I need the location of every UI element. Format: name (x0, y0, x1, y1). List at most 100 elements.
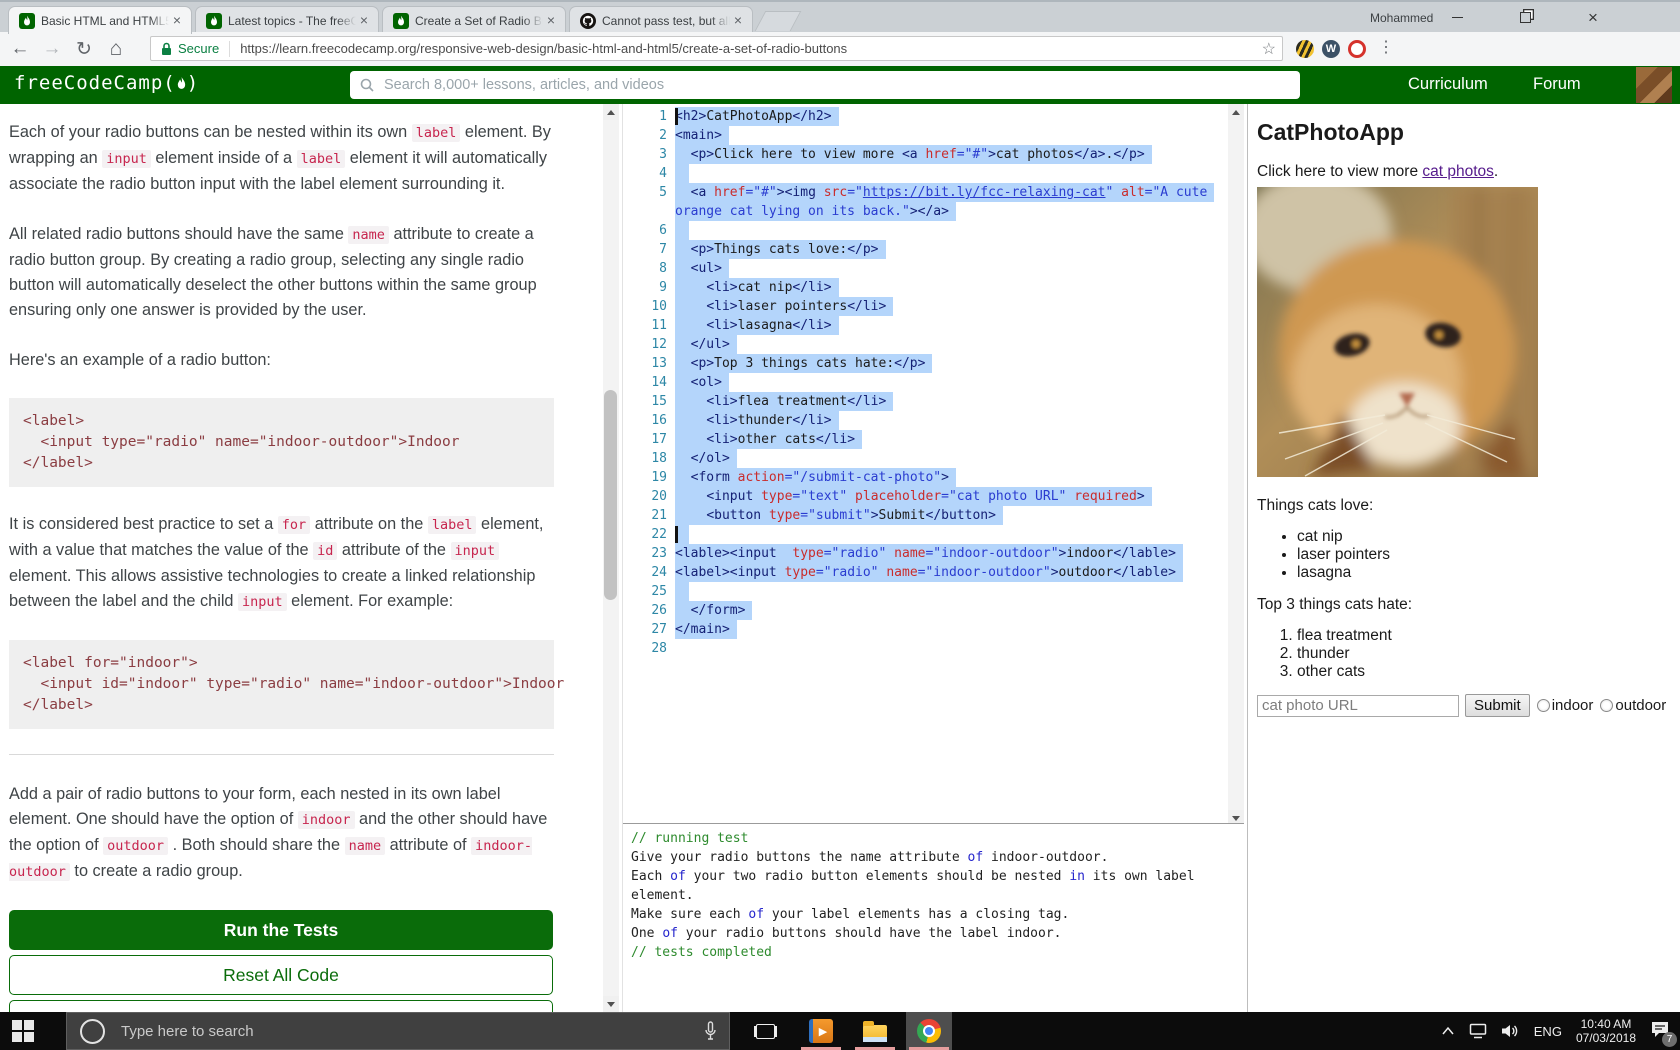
browser-profile-name[interactable]: Mohammed (1370, 11, 1433, 25)
code-token (675, 394, 706, 409)
start-button-icon[interactable] (12, 1020, 34, 1042)
code-token: indoor (1066, 546, 1113, 561)
address-bar[interactable]: Secure https://learn.freecodecamp.org/re… (150, 36, 1283, 61)
chrome-taskbar-icon[interactable] (906, 1012, 952, 1050)
cat-photo-url-input[interactable] (1257, 695, 1459, 717)
code-line[interactable]: 7 <p>Things cats love:</p> (623, 240, 1228, 259)
radio-option[interactable]: outdoor (1600, 697, 1666, 714)
cat-photo[interactable] (1257, 187, 1538, 477)
code-line[interactable]: 21 <button type="submit">Submit</button> (623, 506, 1228, 525)
code-line[interactable]: 23<lable><input type="radio" name="indoo… (623, 544, 1228, 563)
code-line[interactable]: 18 </ol> (623, 449, 1228, 468)
radio-button-icon[interactable] (1600, 699, 1613, 712)
code-token: ="radio" (824, 546, 887, 561)
code-line[interactable]: 20 <input type="text" placeholder="cat p… (623, 487, 1228, 506)
site-search[interactable] (350, 71, 1300, 99)
inline-code: label (297, 150, 346, 168)
code-line[interactable]: 28 (623, 639, 1228, 658)
taskbar-search[interactable] (66, 1012, 730, 1050)
tray-chevron-icon[interactable] (1441, 1026, 1455, 1036)
back-icon[interactable]: ← (6, 32, 34, 66)
minimize-button[interactable] (1435, 2, 1479, 32)
file-explorer-icon[interactable] (852, 1012, 898, 1050)
submit-button[interactable]: Submit (1465, 694, 1530, 717)
code-line[interactable]: 24<label><input type="radio" name="indoo… (623, 563, 1228, 582)
code-token (675, 337, 691, 352)
code-editor[interactable]: 1<h2>CatPhotoApp</h2>2<main>3 <p>Click h… (623, 104, 1228, 829)
restore-button[interactable] (1503, 2, 1547, 32)
reset-code-button[interactable]: Reset All Code (9, 955, 553, 995)
code-token (675, 375, 691, 390)
code-line[interactable]: 3 <p>Click here to view more <a href="#"… (623, 145, 1228, 164)
browser-tab[interactable]: Create a Set of Radio But× (382, 6, 566, 34)
browser-tab[interactable]: Cannot pass test, but all c× (569, 6, 753, 34)
tab-close-icon[interactable]: × (356, 13, 372, 29)
forward-icon[interactable]: → (38, 32, 66, 66)
code-line[interactable]: 17 <li>other cats</li> (623, 430, 1228, 449)
action-center-icon[interactable]: 7 (1650, 1020, 1670, 1043)
tab-close-icon[interactable]: × (543, 13, 559, 29)
microphone-icon[interactable] (704, 1021, 717, 1041)
code-line[interactable]: 15 <li>flea treatment</li> (623, 392, 1228, 411)
bookmark-star-icon[interactable]: ☆ (1262, 39, 1276, 59)
line-code: <ol> (667, 373, 1228, 392)
nav-link-curriculum[interactable]: Curriculum (1408, 75, 1488, 94)
browser-tab[interactable]: Latest topics - The freeCo× (195, 6, 379, 34)
taskbar-search-input[interactable] (119, 1022, 704, 1041)
radio-option[interactable]: indoor (1537, 697, 1594, 714)
radio-button-icon[interactable] (1537, 699, 1550, 712)
code-line[interactable]: 22 (623, 525, 1228, 544)
scroll-up-icon[interactable] (603, 104, 619, 120)
scroll-up-icon[interactable] (1228, 104, 1244, 120)
media-player-icon[interactable]: ▶ (798, 1012, 844, 1050)
nav-link-forum[interactable]: Forum (1533, 75, 1581, 94)
code-line[interactable]: 2<main> (623, 126, 1228, 145)
code-line[interactable]: 19 <form action="/submit-cat-photo"> (623, 468, 1228, 487)
code-line[interactable]: 26 </form> (623, 601, 1228, 620)
network-icon[interactable] (1469, 1023, 1487, 1039)
browser-menu-icon[interactable]: ⋮ (1378, 37, 1394, 57)
code-line[interactable]: 27</main> (623, 620, 1228, 639)
tab-close-icon[interactable]: × (730, 13, 746, 29)
avatar[interactable] (1636, 67, 1672, 103)
extension-w-icon[interactable]: W (1322, 40, 1340, 58)
code-token: Click here to view more (714, 147, 902, 162)
code-line[interactable]: 1<h2>CatPhotoApp</h2> (623, 107, 1228, 126)
instructions-scrollbar[interactable] (603, 104, 619, 1012)
code-token: https://bit.ly/fcc-relaxing-cat (863, 185, 1106, 200)
extension-bee-icon[interactable] (1296, 40, 1314, 58)
editor-scrollbar[interactable] (1228, 104, 1244, 826)
code-line[interactable]: 4 (623, 164, 1228, 183)
code-line[interactable]: 25 (623, 582, 1228, 601)
task-view-icon[interactable] (742, 1012, 788, 1050)
taskbar-clock[interactable]: 10:40 AM 07/03/2018 (1576, 1017, 1636, 1045)
code-line[interactable]: 12 </ul> (623, 335, 1228, 354)
scroll-down-icon[interactable] (603, 996, 619, 1012)
search-input[interactable] (382, 76, 1290, 94)
scrollbar-thumb[interactable] (604, 390, 617, 600)
code-line[interactable]: orange cat lying on its back."></a> (623, 202, 1228, 221)
code-line[interactable]: 14 <ol> (623, 373, 1228, 392)
reload-icon[interactable]: ↻ (70, 32, 98, 66)
line-code (667, 221, 1228, 240)
cat-photos-link[interactable]: cat photos (1422, 163, 1494, 180)
volume-icon[interactable] (1501, 1023, 1520, 1039)
close-button[interactable]: × (1571, 2, 1615, 32)
code-line[interactable]: 11 <li>lasagna</li> (623, 316, 1228, 335)
code-line[interactable]: 9 <li>cat nip</li> (623, 278, 1228, 297)
code-line[interactable]: 5 <a href="#"><img src="https://bit.ly/f… (623, 183, 1228, 202)
home-icon[interactable]: ⌂ (102, 32, 130, 66)
code-line[interactable]: 13 <p>Top 3 things cats hate:</p> (623, 354, 1228, 373)
run-tests-button[interactable]: Run the Tests (9, 910, 553, 950)
code-line[interactable]: 6 (623, 221, 1228, 240)
code-line[interactable]: 10 <li>laser pointers</li> (623, 297, 1228, 316)
language-indicator[interactable]: ENG (1534, 1024, 1562, 1039)
tab-close-icon[interactable]: × (169, 13, 185, 29)
new-tab-button[interactable] (755, 11, 802, 31)
fcc-navbar: freeCodeCamp( ) Curriculum Forum (0, 66, 1680, 104)
code-line[interactable]: 16 <li>thunder</li> (623, 411, 1228, 430)
code-line[interactable]: 8 <ul> (623, 259, 1228, 278)
browser-tab[interactable]: Basic HTML and HTML5:× (8, 6, 192, 34)
fcc-logo[interactable]: freeCodeCamp( ) (14, 72, 199, 94)
extension-o-icon[interactable] (1348, 40, 1366, 58)
